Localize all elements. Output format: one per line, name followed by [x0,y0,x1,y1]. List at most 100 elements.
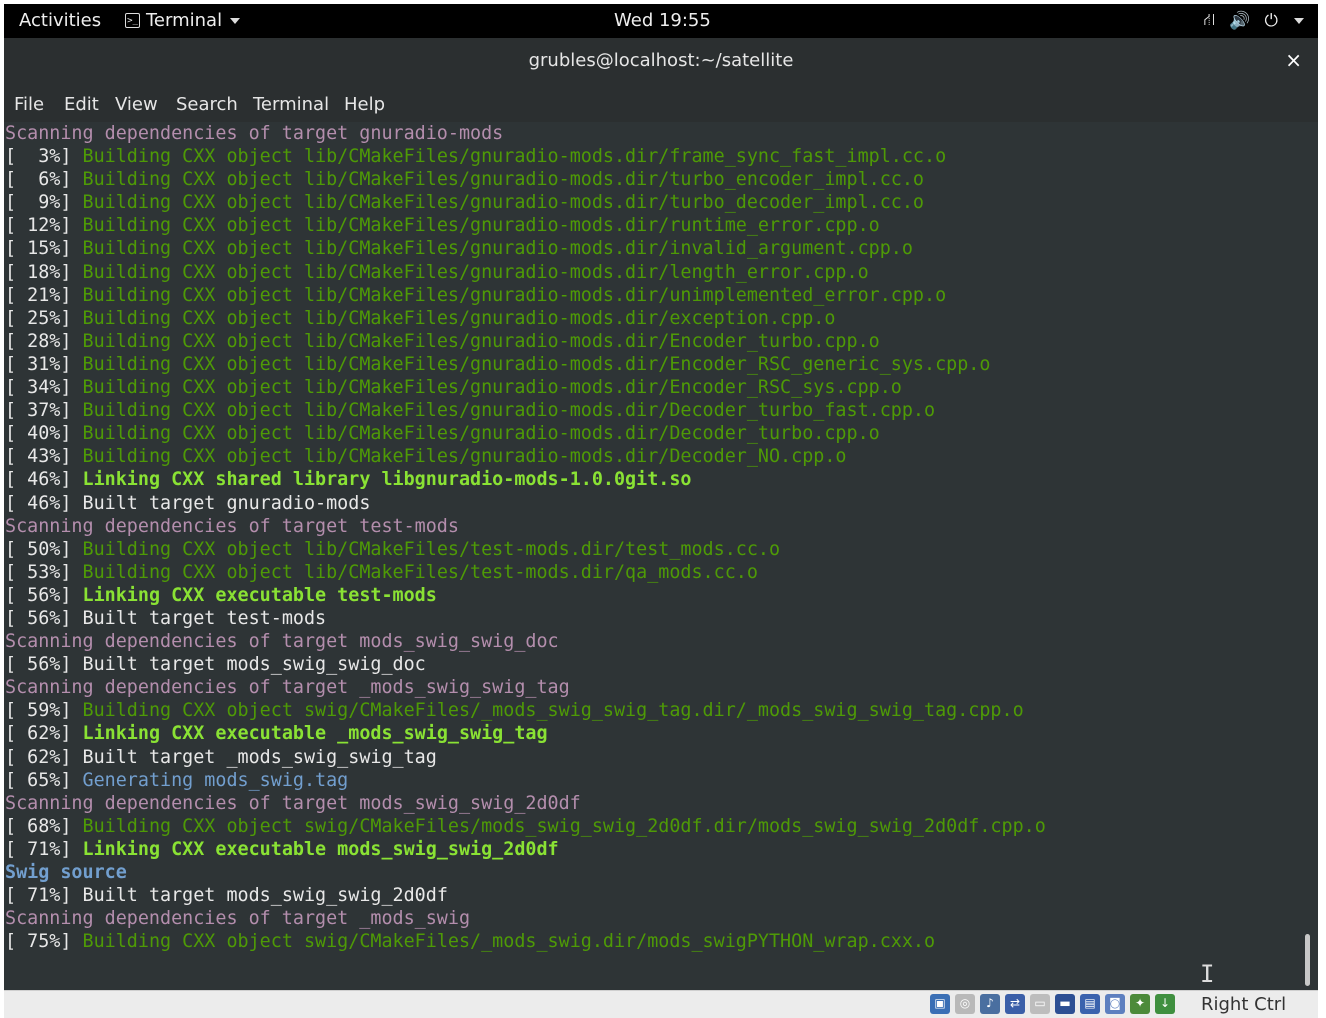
line-text: Building CXX object lib/CMakeFiles/gnura… [82,330,880,352]
line-text: Building CXX object lib/CMakeFiles/gnura… [82,377,902,399]
video-capture-icon[interactable]: ◙ [1105,994,1125,1014]
activities-button[interactable]: Activities [19,10,101,31]
terminal-line: [ 56%] Built target test-mods [5,607,1046,630]
line-text: Building CXX object swig/CMakeFiles/_mod… [82,931,936,953]
line-text: Built target _mods_swig_swig_tag [82,746,437,768]
clock-button[interactable]: Wed 19:55 [614,10,711,31]
scrollbar-thumb[interactable] [1305,934,1310,986]
line-text: Building CXX object lib/CMakeFiles/gnura… [82,284,947,306]
progress-percent: [ 3%] [5,146,83,168]
progress-percent: [ 53%] [5,561,83,583]
power-icon: ⏻ [1264,11,1278,31]
terminal-line: Swig source [5,861,1046,884]
progress-percent: [ 9%] [5,192,83,214]
line-text: Swig source [5,862,127,883]
progress-percent: [ 46%] [5,492,83,514]
network-wired-icon: ⛙ [1203,10,1216,30]
shared-folder-icon[interactable]: ▬ [1055,994,1075,1014]
terminal-line: Scanning dependencies of target mods_swi… [5,630,1046,653]
terminal-line: [ 75%] Building CXX object swig/CMakeFil… [5,930,1046,953]
chevron-down-icon [1294,18,1304,24]
terminal-line: [ 12%] Building CXX object lib/CMakeFile… [5,214,1046,237]
terminal-line: [ 68%] Building CXX object swig/CMakeFil… [5,815,1046,838]
progress-percent: [ 71%] [5,885,83,907]
terminal-line: [ 43%] Building CXX object lib/CMakeFile… [5,445,1046,468]
app-menu-label: Terminal [146,10,223,31]
line-text: Building CXX object lib/CMakeFiles/gnura… [82,238,913,260]
progress-percent: [ 34%] [5,377,83,399]
app-menu-button[interactable]: >_ Terminal [125,10,241,31]
progress-percent: [ 21%] [5,284,83,306]
menu-help[interactable]: Help [344,94,385,115]
line-text: Building CXX object swig/CMakeFiles/_mod… [82,700,1024,722]
progress-percent: [ 46%] [5,469,83,491]
line-text: Building CXX object lib/CMakeFiles/gnura… [82,307,836,329]
terminal-icon: >_ [125,13,140,28]
line-text: Linking CXX executable mods_swig_swig_2d… [82,838,559,860]
volume-icon: 🔊 [1229,11,1251,31]
terminal-line: [ 21%] Building CXX object lib/CMakeFile… [5,284,1046,307]
terminal-line: [ 46%] Built target gnuradio-mods [5,492,1046,515]
usb-icon[interactable]: ▭ [1030,994,1050,1014]
line-text: Building CXX object lib/CMakeFiles/gnura… [82,169,924,191]
window-titlebar[interactable]: grubles@localhost:~/satellite × [4,38,1318,84]
line-text: Scanning dependencies of target _mods_sw… [5,908,471,930]
progress-percent: [ 56%] [5,607,83,629]
chevron-down-icon [230,17,241,24]
line-text: Generating mods_swig.tag [82,769,349,791]
progress-percent: [ 31%] [5,353,83,375]
close-button[interactable]: × [1285,48,1302,72]
system-menu-button[interactable]: ⛙ 🔊 ⏻ [1203,10,1304,32]
hard-disk-icon[interactable]: ▣ [930,994,950,1014]
keyboard-capture-icon[interactable]: ↓ [1155,994,1175,1014]
terminal-line: [ 46%] Linking CXX shared library libgnu… [5,468,1046,491]
terminal-line: [ 9%] Building CXX object lib/CMakeFiles… [5,191,1046,214]
line-text: Building CXX object lib/CMakeFiles/gnura… [82,146,947,168]
progress-percent: [ 68%] [5,815,83,837]
line-text: Building CXX object lib/CMakeFiles/gnura… [82,400,936,422]
terminal-line: [ 56%] Built target mods_swig_swig_doc [5,653,1046,676]
line-text: Building CXX object lib/CMakeFiles/gnura… [82,446,847,468]
menu-bar: File Edit View Search Terminal Help [4,84,1318,122]
network-icon[interactable]: ⇄ [1005,994,1025,1014]
terminal-line: [ 71%] Linking CXX executable mods_swig_… [5,838,1046,861]
terminal-line: Scanning dependencies of target test-mod… [5,515,1046,538]
mouse-integration-icon[interactable]: ✦ [1130,994,1150,1014]
terminal-line: [ 53%] Building CXX object lib/CMakeFile… [5,561,1046,584]
menu-file[interactable]: File [14,94,44,115]
progress-percent: [ 75%] [5,931,83,953]
display-icon[interactable]: ▤ [1080,994,1100,1014]
terminal-line: [ 15%] Building CXX object lib/CMakeFile… [5,237,1046,260]
line-text: Building CXX object lib/CMakeFiles/gnura… [82,215,880,237]
terminal-line: [ 6%] Building CXX object lib/CMakeFiles… [5,168,1046,191]
progress-percent: [ 28%] [5,330,83,352]
progress-percent: [ 15%] [5,238,83,260]
menu-search[interactable]: Search [176,94,238,115]
line-text: Built target gnuradio-mods [82,492,371,514]
menu-edit[interactable]: Edit [64,94,99,115]
line-text: Scanning dependencies of target mods_swi… [5,792,581,814]
line-text: Built target mods_swig_swig_doc [82,654,426,676]
progress-percent: [ 40%] [5,423,83,445]
terminal-output[interactable]: Scanning dependencies of target gnuradio… [4,122,1318,990]
line-text: Building CXX object lib/CMakeFiles/gnura… [82,261,869,283]
menu-terminal[interactable]: Terminal [253,94,329,115]
menu-view[interactable]: View [115,94,158,115]
line-text: Building CXX object lib/CMakeFiles/gnura… [82,423,880,445]
progress-percent: [ 71%] [5,838,83,860]
window-title: grubles@localhost:~/satellite [528,50,794,71]
status-icons: ▣ ◎ ♪ ⇄ ▭ ▬ ▤ ◙ ✦ ↓ [930,994,1175,1014]
terminal-line: Scanning dependencies of target _mods_sw… [5,676,1046,699]
progress-percent: [ 12%] [5,215,83,237]
terminal-line: Scanning dependencies of target mods_swi… [5,792,1046,815]
terminal-line: [ 25%] Building CXX object lib/CMakeFile… [5,307,1046,330]
progress-percent: [ 25%] [5,307,83,329]
line-text: Scanning dependencies of target _mods_sw… [5,677,570,699]
terminal-line: [ 3%] Building CXX object lib/CMakeFiles… [5,145,1046,168]
terminal-line: [ 50%] Building CXX object lib/CMakeFile… [5,538,1046,561]
audio-icon[interactable]: ♪ [980,994,1000,1014]
terminal-line: [ 40%] Building CXX object lib/CMakeFile… [5,422,1046,445]
terminal-line: [ 56%] Linking CXX executable test-mods [5,584,1046,607]
optical-drive-icon[interactable]: ◎ [955,994,975,1014]
terminal-line: [ 62%] Linking CXX executable _mods_swig… [5,722,1046,745]
